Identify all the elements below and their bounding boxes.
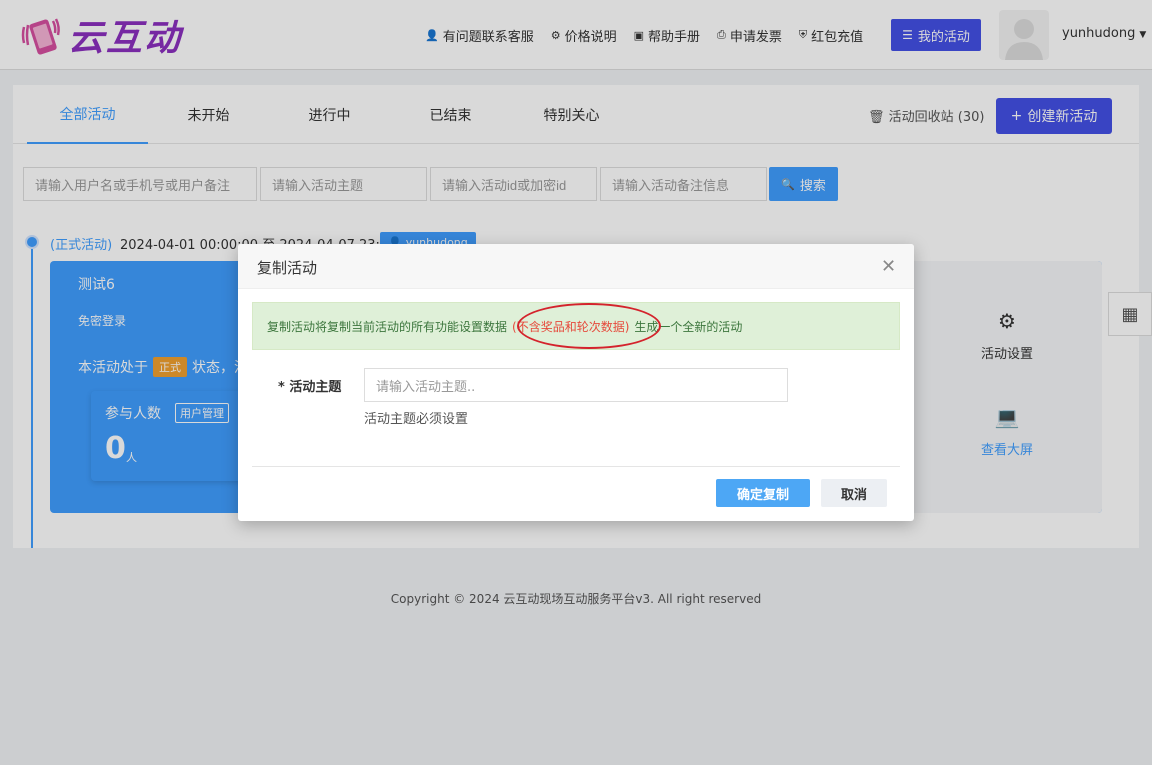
cancel-button[interactable]: 取消 (821, 479, 887, 507)
confirm-copy-button[interactable]: 确定复制 (716, 479, 810, 507)
notice-text-pre: 复制活动将复制当前活动的所有功能设置数据 (267, 319, 508, 334)
annotation-circle (517, 303, 661, 349)
topic-help-text: 活动主题必须设置 (364, 412, 469, 427)
topic-input[interactable]: 请输入活动主题.. (364, 368, 788, 402)
dialog-title: 复制活动 (257, 259, 318, 277)
copy-activity-dialog: 复制活动 ✕ 复制活动将复制当前活动的所有功能设置数据 (不含奖品和轮次数据) … (238, 244, 914, 521)
dialog-header: 复制活动 ✕ (238, 244, 914, 289)
topic-field-label: * 活动主题 (278, 380, 342, 395)
dialog-divider (252, 466, 900, 467)
close-icon[interactable]: ✕ (881, 256, 896, 277)
